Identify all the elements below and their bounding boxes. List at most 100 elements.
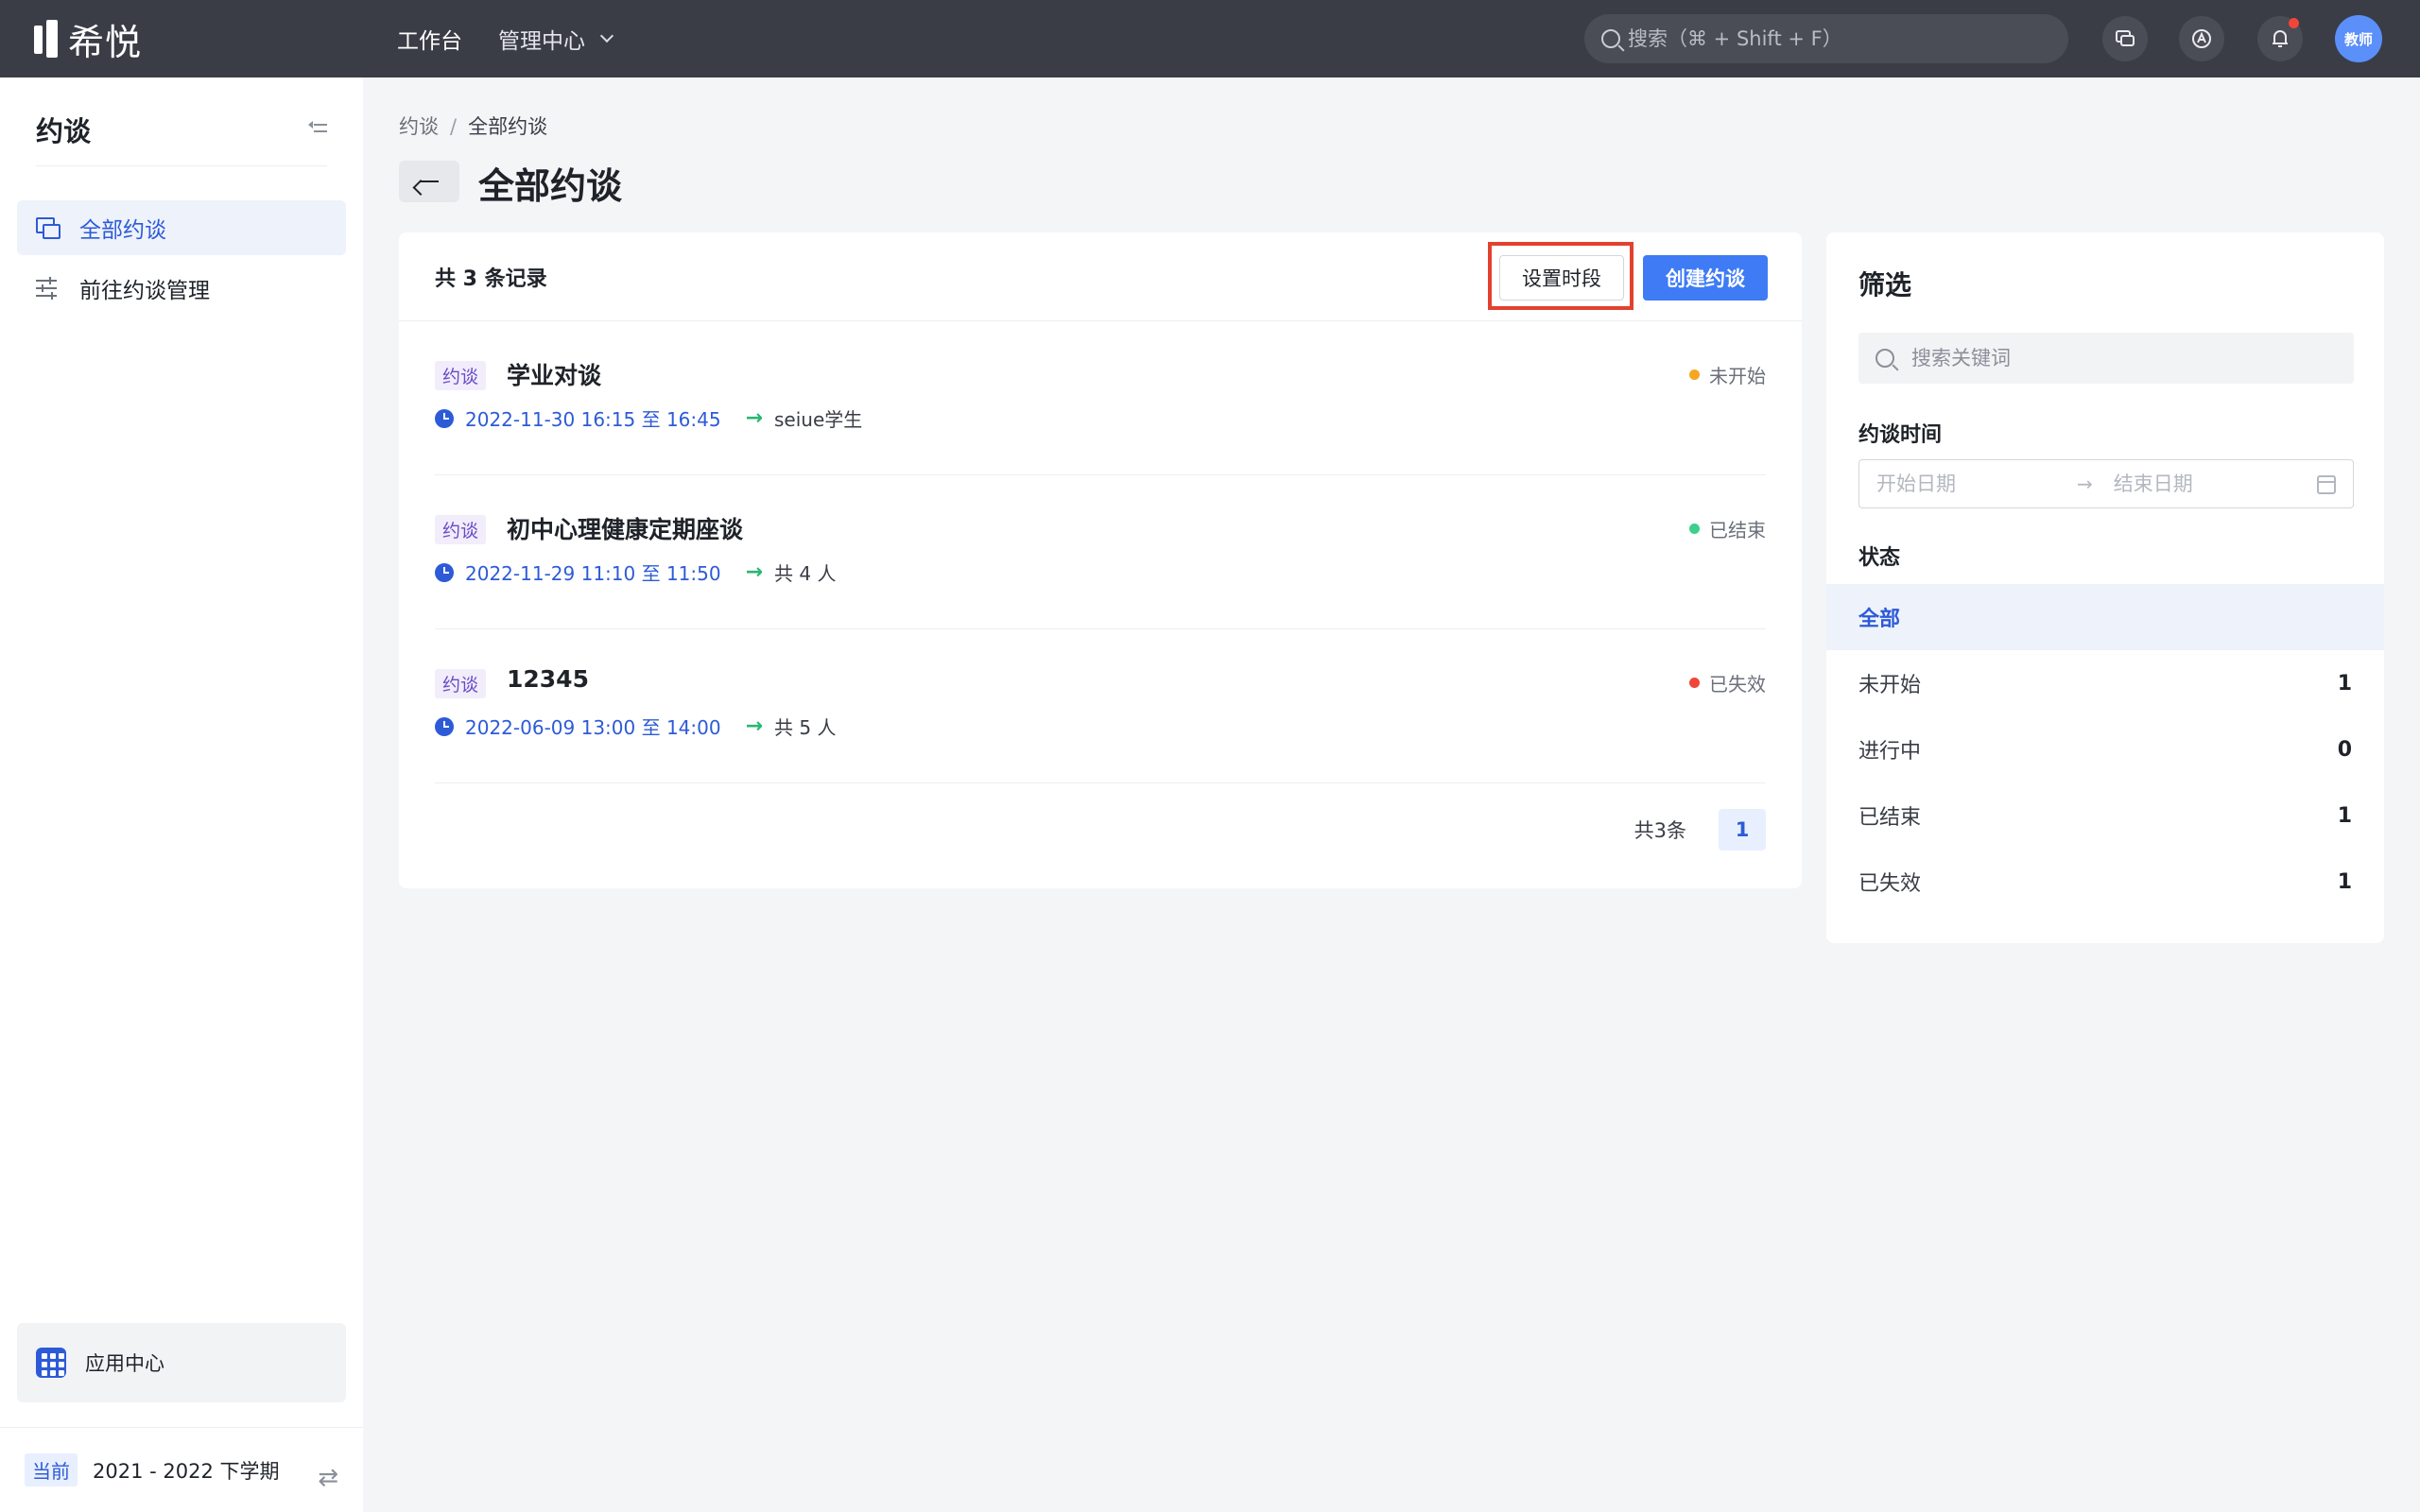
status-badge: 未开始 [1689,361,1766,388]
talk-title[interactable]: 初中心理健康定期座谈 [507,511,743,545]
list-item[interactable]: 约谈 学业对谈 未开始 2022-11-30 16:15 至 16:45 → s… [435,321,1766,475]
status-filter-count: 1 [2337,869,2352,894]
nav-workbench-label: 工作台 [397,29,462,54]
breadcrumb: 约谈 / 全部约谈 [399,112,547,140]
status-filter-label: 未开始 [1858,674,1922,697]
collapse-sidebar-icon[interactable] [308,117,327,132]
app-center-button[interactable]: 应用中心 [17,1323,346,1402]
pagination: 共3条 1 [1634,809,1766,850]
status-label: 状态 [1858,546,1901,570]
sidebar-item-all-talks[interactable]: 全部约谈 [17,200,346,255]
talk-type-tag: 约谈 [435,361,487,390]
talk-time-label: 约谈时间 [1858,423,1943,447]
back-button[interactable] [399,161,459,202]
clock-icon [435,562,454,582]
arrow-left-icon [420,180,439,182]
arrow-right-icon: → [745,560,764,584]
end-date-input[interactable] [2113,472,2293,495]
grid-icon [36,1348,66,1378]
nav-workbench[interactable]: 工作台 [397,23,462,55]
top-bar: 希悦 工作台 管理中心 教师 [0,0,2420,77]
sidebar-menu: 全部约谈 前往约谈管理 [17,200,346,321]
status-text: 未开始 [1709,365,1766,387]
calendar-icon[interactable] [2317,475,2336,494]
status-filter-ended[interactable]: 已结束 1 [1826,782,2384,849]
breadcrumb-root[interactable]: 约谈 [399,115,439,138]
arrow-right-icon: → [745,406,764,430]
clock-icon [435,716,454,736]
messages-icon[interactable] [2102,16,2148,61]
status-filter-count: 0 [2337,737,2352,762]
talk-target: 共 4 人 [774,562,837,585]
status-badge: 已结束 [1689,515,1766,542]
chat-icon [36,216,60,239]
sidebar: 约谈 全部约谈 前往约谈管理 应用中心 当前 2021 - 2022 下学期 ⇄ [0,77,363,1512]
status-filter-not-started[interactable]: 未开始 1 [1826,650,2384,716]
notifications-icon[interactable] [2257,16,2303,61]
status-text: 已失效 [1709,673,1766,696]
list-item[interactable]: 约谈 12345 已失效 2022-06-09 13:00 至 14:00 → … [435,629,1766,783]
sidebar-title: 约谈 [36,115,92,147]
global-search-input[interactable] [1628,14,2068,63]
sidebar-item-talk-management[interactable]: 前往约谈管理 [17,261,346,316]
status-filter-list: 全部 未开始 1 进行中 0 已结束 1 已失效 1 [1826,584,2384,915]
sidebar-header: 约谈 [36,110,327,166]
global-search[interactable] [1584,14,2068,63]
set-time-slot-button[interactable]: 设置时段 [1499,255,1624,301]
status-filter-count: 1 [2337,671,2352,696]
page-title: 全部约谈 [478,165,623,207]
status-filter-in-progress[interactable]: 进行中 0 [1826,716,2384,782]
status-filter-label: 已失效 [1858,872,1922,896]
record-count: 共 3 条记录 [435,266,547,291]
talk-title[interactable]: 学业对谈 [507,357,601,391]
filter-panel: 筛选 约谈时间 → 状态 全部 未开始 1 进行中 0 已结束 1 已失效 1 [1826,232,2384,943]
breadcrumb-separator: / [450,115,458,138]
chevron-down-icon [599,28,614,43]
swap-icon[interactable]: ⇄ [318,1464,338,1492]
pagination-total: 共3条 [1634,819,1686,842]
range-arrow: → [2077,472,2093,495]
brand-logo[interactable]: 希悦 [34,17,142,63]
status-filter-all[interactable]: 全部 [1826,584,2384,650]
keyword-search[interactable] [1858,333,2354,384]
compass-a-icon [2192,29,2211,48]
bell-icon [2273,30,2288,47]
create-talk-button[interactable]: 创建约谈 [1643,255,1768,301]
talk-title[interactable]: 12345 [507,665,589,693]
logo-mark-icon [34,20,60,58]
user-avatar[interactable]: 教师 [2335,15,2382,62]
top-nav: 工作台 管理中心 [397,0,614,77]
start-date-input[interactable] [1876,472,2056,495]
nav-management-label: 管理中心 [498,29,585,54]
talk-time: 2022-11-30 16:15 至 16:45 [465,408,721,431]
status-filter-label: 全部 [1858,608,1901,631]
talk-list: 约谈 学业对谈 未开始 2022-11-30 16:15 至 16:45 → s… [435,321,1766,783]
status-dot [1689,369,1700,380]
search-icon [1876,349,1894,368]
filter-title: 筛选 [1858,269,1912,301]
breadcrumb-current: 全部约谈 [468,115,548,138]
status-filter-label: 已结束 [1858,806,1922,830]
term-switcher[interactable]: 当前 2021 - 2022 下学期 ⇄ [0,1427,363,1512]
pagination-page-1[interactable]: 1 [1719,809,1766,850]
list-item[interactable]: 约谈 初中心理健康定期座谈 已结束 2022-11-29 11:10 至 11:… [435,475,1766,629]
sidebar-item-label: 前往约谈管理 [79,279,210,303]
app-store-icon[interactable] [2179,16,2224,61]
talk-time: 2022-11-29 11:10 至 11:50 [465,562,721,585]
status-filter-label: 进行中 [1858,740,1922,764]
talk-time: 2022-06-09 13:00 至 14:00 [465,716,721,739]
date-range-picker[interactable]: → [1858,459,2354,508]
status-filter-expired[interactable]: 已失效 1 [1826,849,2384,915]
status-badge: 已失效 [1689,669,1766,696]
talk-meta: 2022-11-29 11:10 至 11:50 → 共 4 人 [435,558,836,586]
nav-management-center[interactable]: 管理中心 [498,23,614,55]
status-dot [1689,524,1700,534]
chat-bubbles-icon [2116,30,2135,46]
sidebar-item-label: 全部约谈 [79,218,166,243]
talk-target: seiue学生 [774,408,863,431]
arrow-right-icon: → [745,714,764,738]
keyword-search-input[interactable] [1911,347,2354,369]
talk-type-tag: 约谈 [435,515,487,544]
brand-name: 希悦 [68,21,143,63]
status-filter-count: 1 [2337,803,2352,828]
